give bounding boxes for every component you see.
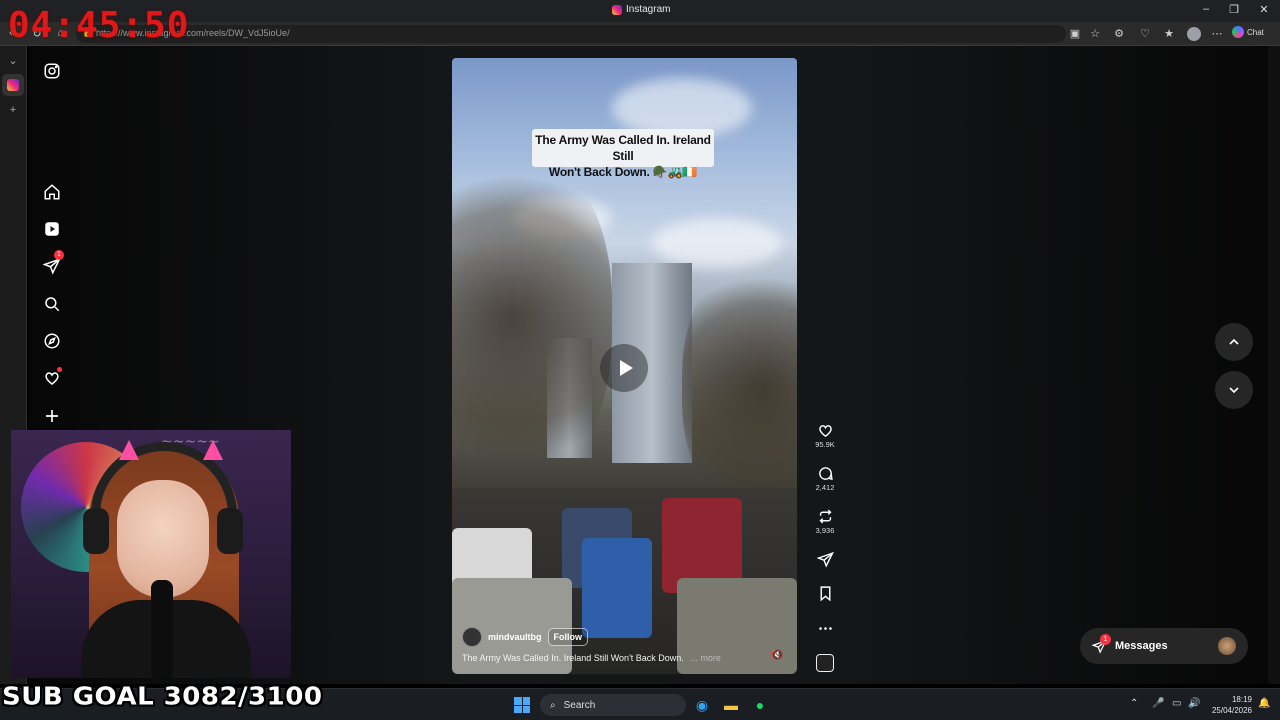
next-reel-button[interactable] <box>1215 371 1253 409</box>
instagram-favicon-icon <box>612 4 622 15</box>
profile-avatar[interactable] <box>1187 27 1201 41</box>
reel-overlay-caption: The Army Was Called In. Ireland Still Wo… <box>532 129 714 179</box>
split-screen-icon[interactable]: ▣ <box>1068 27 1082 40</box>
author-avatar[interactable] <box>462 627 482 647</box>
direct-messages-nav-icon[interactable]: 1 <box>42 250 64 276</box>
reel-author: mindvaultbg Follow <box>462 627 588 647</box>
instagram-logo-icon[interactable] <box>42 61 62 81</box>
home-nav-icon[interactable] <box>42 182 62 202</box>
notifications-bell-icon[interactable]: 🔔 <box>1258 698 1270 709</box>
headset-ear-right <box>217 508 243 554</box>
repost-icon <box>819 509 831 524</box>
search-icon: ⌕ <box>550 699 556 711</box>
save-button[interactable] <box>812 585 838 602</box>
tractor <box>582 538 652 638</box>
clock-date: 25/04/2026 <box>1211 706 1252 715</box>
messages-contact-avatar <box>1218 637 1236 655</box>
more-options-icon[interactable]: ⋯ <box>1210 27 1224 40</box>
repost-count: 3,936 <box>815 526 835 535</box>
headset-ear-left <box>83 508 109 554</box>
streamer-webcam: ~~~~~~~~~~~~~~ <box>11 430 291 678</box>
like-count: 95.9K <box>815 440 835 449</box>
comment-button[interactable]: 2,412 <box>812 465 838 492</box>
taskbar-search-placeholder: Search <box>563 699 596 711</box>
messages-button[interactable]: 1 Messages <box>1080 628 1248 664</box>
previous-reel-button[interactable] <box>1215 323 1253 361</box>
overlay-caption-line-2: Won't Back Down. 🪖🚜🇮🇪 <box>548 165 698 179</box>
chevron-up-icon <box>1229 338 1239 345</box>
heart-icon <box>818 425 832 438</box>
start-windows-icon[interactable] <box>514 697 530 713</box>
repost-button[interactable]: 3,936 <box>812 508 838 535</box>
page-scrollbar[interactable] <box>1268 46 1280 684</box>
share-paper-plane-icon <box>816 551 834 568</box>
instagram-tab-icon <box>7 79 19 91</box>
cat-ear-left <box>119 440 139 460</box>
window-title-bar: Instagram – ❐ ✕ <box>0 0 1280 22</box>
network-icon[interactable]: ▭ <box>1172 698 1181 709</box>
notification-dot <box>57 367 62 372</box>
extensions-icon[interactable]: ⚙ <box>1112 27 1126 40</box>
edge-browser-icon[interactable]: ◉ <box>692 695 712 715</box>
favorite-star-icon[interactable]: ☆ <box>1088 27 1102 40</box>
new-tab-icon[interactable]: + <box>6 104 20 116</box>
tree-right <box>682 258 797 518</box>
play-icon[interactable] <box>600 344 648 392</box>
overlay-caption-line-1: The Army Was Called In. Ireland Still <box>535 133 711 163</box>
window-title: Instagram <box>612 4 670 15</box>
search-nav-icon[interactable] <box>42 294 62 314</box>
browser-essentials-icon[interactable]: ♡ <box>1138 27 1152 40</box>
caption-more-link[interactable]: ... more <box>690 653 721 663</box>
clock-time: 18:19 <box>1231 695 1252 704</box>
author-username[interactable]: mindvaultbg <box>488 632 542 642</box>
taskbar-search[interactable]: ⌕ Search <box>540 694 686 716</box>
reel-caption-text: The Army Was Called In. Ireland Still Wo… <box>462 653 684 663</box>
mute-speaker-icon[interactable]: 🔇 <box>771 650 783 661</box>
show-hidden-icons-chevron-icon[interactable]: ⌃ <box>1130 698 1138 709</box>
minimize-icon[interactable]: – <box>1198 3 1214 15</box>
bookmark-icon <box>820 586 830 602</box>
tab-actions-chevron-icon[interactable]: ⌄ <box>6 54 20 67</box>
share-button[interactable] <box>812 551 838 568</box>
follow-button[interactable]: Follow <box>547 628 588 646</box>
chat-label: Chat <box>1247 27 1264 37</box>
comment-count: 2,412 <box>815 483 835 492</box>
more-options-button[interactable] <box>812 620 838 637</box>
messages-badge: 1 <box>1100 634 1111 645</box>
explore-compass-icon[interactable] <box>42 331 62 351</box>
notifications-heart-icon[interactable] <box>42 367 62 388</box>
close-icon[interactable]: ✕ <box>1256 3 1272 16</box>
bare-tree-left <box>452 148 612 488</box>
stream-timer: 04:45:50 <box>8 5 190 46</box>
system-clock[interactable]: 18:19 25/04/2026 <box>1206 694 1252 716</box>
address-bar: ‹ ↻ ⌂ 🔒 https://www.instagram.com/reels/… <box>0 22 1280 46</box>
window-title-text: Instagram <box>626 4 671 15</box>
sub-goal-overlay: SUB GOAL 3082/3100 <box>2 682 323 712</box>
ellipsis-icon <box>818 627 832 630</box>
copilot-chat-button[interactable]: Chat <box>1232 26 1264 38</box>
spotify-icon[interactable]: ● <box>750 695 770 715</box>
like-button[interactable]: 95.9K <box>812 422 838 449</box>
create-plus-icon[interactable] <box>42 406 62 426</box>
notifications-badge: 1 <box>54 250 64 260</box>
reel-caption: The Army Was Called In. Ireland Still Wo… <box>462 653 721 663</box>
comment-bubble-icon <box>818 467 833 481</box>
original-audio-thumbnail[interactable] <box>816 654 834 672</box>
file-explorer-icon[interactable]: ▬ <box>721 695 741 715</box>
microphone-tray-icon[interactable]: 🎤 <box>1152 698 1164 709</box>
chevron-down-icon <box>1229 387 1239 394</box>
copilot-icon <box>1232 26 1244 38</box>
reels-nav-icon[interactable] <box>42 219 62 239</box>
favorites-icon[interactable]: ★ <box>1162 27 1176 40</box>
messages-label: Messages <box>1115 640 1168 652</box>
volume-icon[interactable]: 🔊 <box>1188 698 1200 709</box>
microphone <box>151 580 173 678</box>
restore-icon[interactable]: ❐ <box>1226 3 1242 16</box>
cat-ear-right <box>203 440 223 460</box>
